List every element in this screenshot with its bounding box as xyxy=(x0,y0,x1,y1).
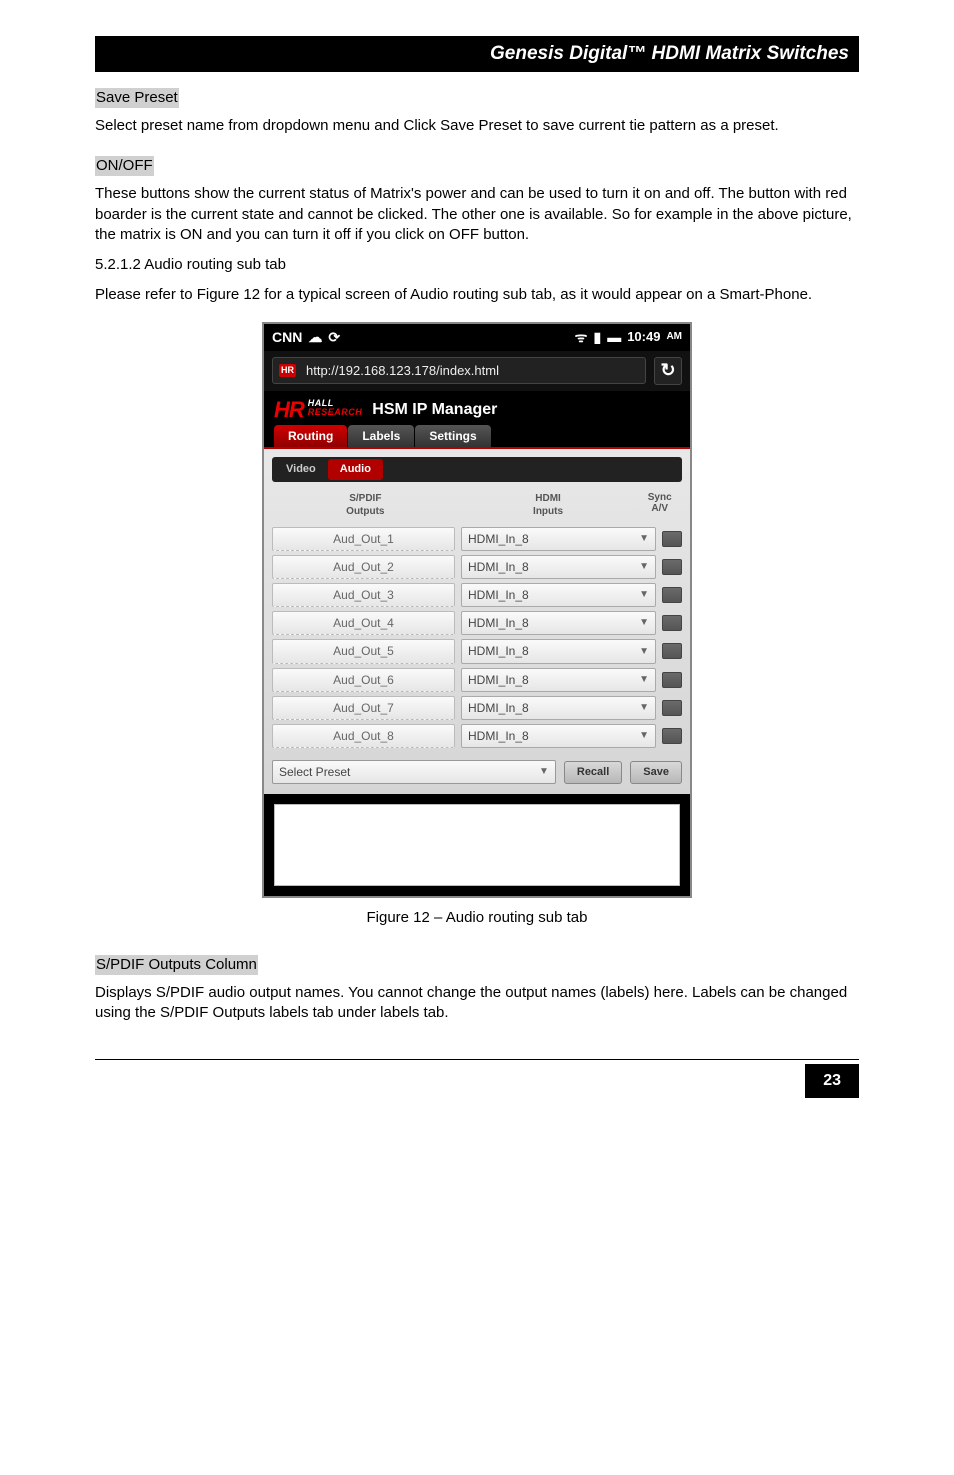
input-select[interactable]: HDMI_In_8▼ xyxy=(461,527,656,551)
cnn-icon: CNN xyxy=(272,328,302,347)
output-label: Aud_Out_2 xyxy=(272,555,455,579)
hr-logo: HR HALL RESEARCH xyxy=(274,399,362,421)
spdif-heading: S/PDIF Outputs Column xyxy=(95,955,258,975)
sub-tabs: Video Audio xyxy=(272,457,682,482)
input-select[interactable]: HDMI_In_8▼ xyxy=(461,668,656,692)
save-button[interactable]: Save xyxy=(630,761,682,784)
audio-subtab-body: Please refer to Figure 12 for a typical … xyxy=(95,285,859,305)
save-preset-body: Select preset name from dropdown menu an… xyxy=(95,116,859,136)
status-ampm: AM xyxy=(666,330,682,344)
tab-settings[interactable]: Settings xyxy=(415,425,490,447)
output-label: Aud_Out_4 xyxy=(272,611,455,635)
audio-row: Aud_Out_4HDMI_In_8▼ xyxy=(272,611,682,635)
sync-av-toggle[interactable] xyxy=(662,559,682,575)
chevron-down-icon: ▼ xyxy=(639,532,649,546)
doc-header-bar: Genesis Digital™ HDMI Matrix Switches xyxy=(95,36,859,72)
table-header: S/PDIF Outputs HDMI Inputs Sync A/V xyxy=(272,488,682,523)
signal-icon: ▮ xyxy=(593,328,601,347)
input-select[interactable]: HDMI_In_8▼ xyxy=(461,724,656,748)
subtab-video[interactable]: Video xyxy=(274,459,328,480)
output-label: Aud_Out_8 xyxy=(272,724,455,748)
input-select[interactable]: HDMI_In_8▼ xyxy=(461,583,656,607)
weather-icon: ☁ xyxy=(308,328,322,347)
status-time: 10:49 xyxy=(627,328,660,346)
chevron-down-icon: ▼ xyxy=(639,588,649,602)
onoff-heading: ON/OFF xyxy=(95,156,154,176)
chevron-down-icon: ▼ xyxy=(539,765,549,779)
output-label: Aud_Out_6 xyxy=(272,668,455,692)
audio-subtab-heading: 5.2.1.2 Audio routing sub tab xyxy=(95,255,859,275)
input-select[interactable]: HDMI_In_8▼ xyxy=(461,696,656,720)
audio-row: Aud_Out_7HDMI_In_8▼ xyxy=(272,696,682,720)
audio-row: Aud_Out_2HDMI_In_8▼ xyxy=(272,555,682,579)
audio-row: Aud_Out_6HDMI_In_8▼ xyxy=(272,668,682,692)
tab-labels[interactable]: Labels xyxy=(348,425,414,447)
favicon-icon: HR xyxy=(279,364,296,376)
status-bar: CNN ☁ ⟳ ᯤ ▮ ▬ 10:49 AM xyxy=(264,324,690,351)
input-select[interactable]: HDMI_In_8▼ xyxy=(461,639,656,663)
main-tabs: Routing Labels Settings xyxy=(264,425,690,449)
figure-caption: Figure 12 – Audio routing sub tab xyxy=(95,908,859,928)
subtab-audio[interactable]: Audio xyxy=(328,459,383,480)
sync-av-toggle[interactable] xyxy=(662,672,682,688)
output-label: Aud_Out_1 xyxy=(272,527,455,551)
app-title: HSM IP Manager xyxy=(372,399,497,421)
output-label: Aud_Out_3 xyxy=(272,583,455,607)
routing-panel: Video Audio S/PDIF Outputs HDMI Inputs S… xyxy=(264,449,690,795)
input-select[interactable]: HDMI_In_8▼ xyxy=(461,555,656,579)
recall-button[interactable]: Recall xyxy=(564,761,622,784)
app-header: HR HALL RESEARCH HSM IP Manager xyxy=(264,391,690,425)
tab-routing[interactable]: Routing xyxy=(274,425,347,447)
battery-icon: ▬ xyxy=(607,328,621,347)
footer: 23 xyxy=(95,1059,859,1098)
audio-row: Aud_Out_5HDMI_In_8▼ xyxy=(272,639,682,663)
input-select[interactable]: HDMI_In_8▼ xyxy=(461,611,656,635)
audio-row: Aud_Out_1HDMI_In_8▼ xyxy=(272,527,682,551)
url-input[interactable]: HR http://192.168.123.178/index.html xyxy=(272,357,646,385)
phone-screenshot: CNN ☁ ⟳ ᯤ ▮ ▬ 10:49 AM HR http://192.168.… xyxy=(262,322,692,899)
output-label: Aud_Out_7 xyxy=(272,696,455,720)
sync-av-toggle[interactable] xyxy=(662,587,682,603)
spdif-body: Displays S/PDIF audio output names. You … xyxy=(95,983,859,1024)
output-label: Aud_Out_5 xyxy=(272,639,455,663)
audio-row: Aud_Out_8HDMI_In_8▼ xyxy=(272,724,682,748)
chevron-down-icon: ▼ xyxy=(639,616,649,630)
sync-av-toggle[interactable] xyxy=(662,615,682,631)
doc-title: Genesis Digital™ HDMI Matrix Switches xyxy=(490,43,849,64)
sync-av-toggle[interactable] xyxy=(662,531,682,547)
url-text: http://192.168.123.178/index.html xyxy=(306,362,499,380)
audio-row: Aud_Out_3HDMI_In_8▼ xyxy=(272,583,682,607)
wifi-icon: ᯤ xyxy=(575,328,588,347)
chevron-down-icon: ▼ xyxy=(639,560,649,574)
sync-av-toggle[interactable] xyxy=(662,728,682,744)
chevron-down-icon: ▼ xyxy=(639,645,649,659)
sync-av-toggle[interactable] xyxy=(662,700,682,716)
chevron-down-icon: ▼ xyxy=(639,701,649,715)
chevron-down-icon: ▼ xyxy=(639,673,649,687)
onoff-body: These buttons show the current status of… xyxy=(95,184,859,245)
preset-select[interactable]: Select Preset ▼ xyxy=(272,760,556,784)
page-number: 23 xyxy=(805,1064,859,1098)
reload-button[interactable]: ↻ xyxy=(654,357,682,385)
chevron-down-icon: ▼ xyxy=(639,729,649,743)
preset-row: Select Preset ▼ Recall Save xyxy=(272,760,682,784)
blank-area xyxy=(274,804,680,886)
reload-icon: ↻ xyxy=(660,358,675,382)
sync-av-toggle[interactable] xyxy=(662,643,682,659)
sync-icon: ⟳ xyxy=(328,328,340,347)
save-preset-heading: Save Preset xyxy=(95,88,179,108)
browser-url-bar: HR http://192.168.123.178/index.html ↻ xyxy=(264,351,690,391)
